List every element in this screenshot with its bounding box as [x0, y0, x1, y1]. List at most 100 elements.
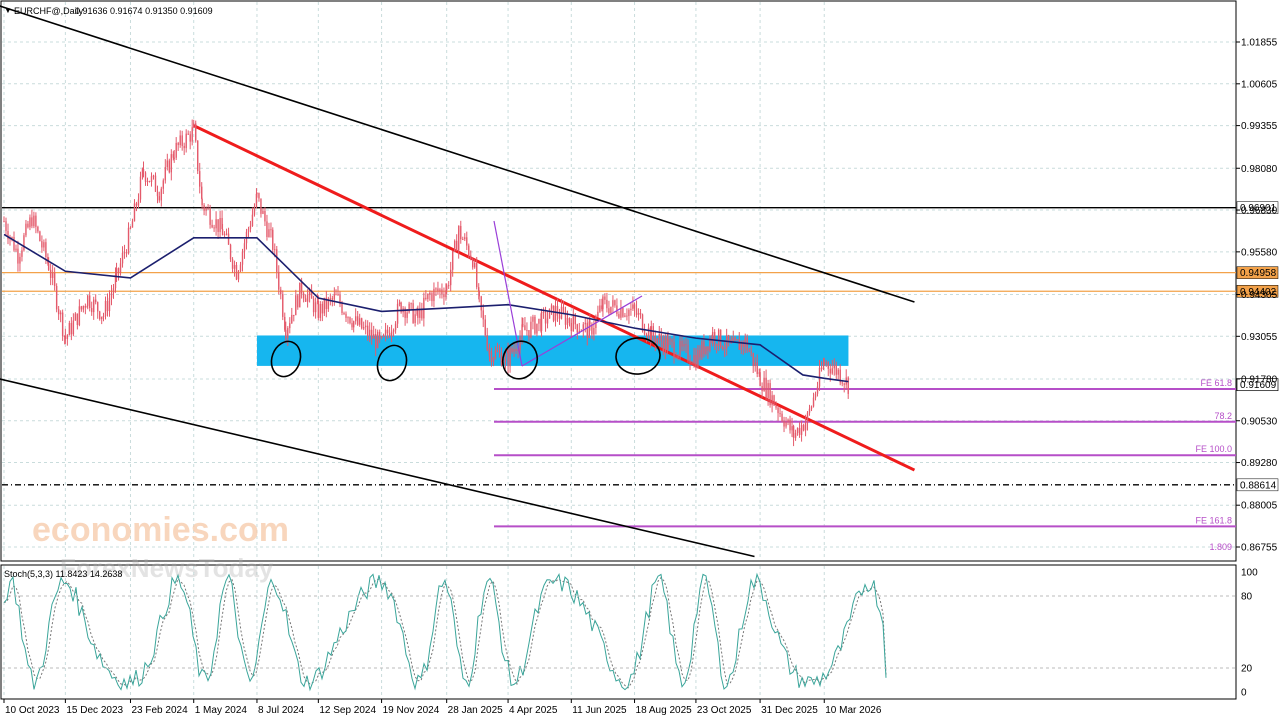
candle-body: [697, 350, 699, 368]
candle-body: [349, 317, 351, 324]
candle-body: [227, 233, 230, 245]
candle-body: [61, 312, 64, 336]
candle-body: [441, 289, 443, 295]
candle-body: [570, 322, 572, 332]
candle-body: [386, 329, 389, 334]
candle-body: [511, 348, 513, 352]
candle-body: [282, 294, 284, 317]
candle-body: [748, 350, 750, 352]
candle-body: [266, 221, 268, 237]
candle-body: [72, 320, 75, 335]
candle-body: [556, 305, 559, 316]
candle-body: [667, 339, 669, 350]
candle-body: [695, 355, 697, 368]
candle-body: [253, 206, 256, 215]
candle-body: [360, 318, 363, 329]
candle-body: [82, 306, 85, 310]
candle-body: [352, 321, 355, 328]
candle-body: [41, 241, 43, 248]
candle-body: [93, 299, 95, 313]
candle-body: [106, 300, 109, 312]
candle-body: [488, 351, 491, 354]
candle-body: [519, 337, 521, 350]
candle-body: [197, 140, 199, 172]
candle-body: [384, 329, 387, 335]
candle-body: [89, 295, 91, 308]
candle-body: [146, 181, 149, 183]
candle-body: [110, 292, 113, 298]
candle-body: [707, 346, 709, 351]
candle-body: [593, 327, 595, 335]
candle-body: [814, 393, 817, 398]
candle-body: [689, 360, 691, 364]
candle-body: [233, 264, 236, 269]
candle-body: [685, 343, 687, 345]
candle-body: [47, 263, 50, 270]
chart-symbol: EURCHF@,Daily: [14, 6, 84, 16]
candle-body: [429, 293, 431, 295]
candle-body: [382, 334, 385, 337]
candle-body: [219, 217, 221, 232]
candle-body: [622, 308, 624, 317]
candle-body: [235, 264, 238, 280]
candle-body: [45, 242, 47, 257]
candle-body: [53, 272, 56, 286]
candle-body: [368, 329, 371, 337]
candle-body: [133, 203, 136, 222]
candle-body: [515, 348, 517, 352]
candle-body: [49, 269, 52, 278]
candle-body: [486, 335, 488, 350]
candle-body: [618, 314, 620, 318]
candle-body: [752, 352, 754, 367]
candle-body: [25, 223, 27, 236]
candle-body: [568, 318, 571, 323]
candle-body: [351, 323, 353, 328]
price-tick-label: 0.90530: [1241, 416, 1278, 427]
candle-body: [540, 311, 543, 331]
candle-body: [734, 337, 736, 340]
candle-body: [705, 346, 707, 354]
candle-body: [372, 334, 375, 339]
candle-body: [183, 145, 185, 149]
time-axis[interactable]: 10 Oct 2023 15 Dec 2023 23 Feb 2024 1 May 2…: [3, 699, 882, 716]
candle-body: [466, 237, 468, 246]
candle-body: [108, 297, 111, 312]
price-tick-label: 0.89280: [1241, 458, 1278, 469]
chart-canvas[interactable]: economies.com ForexNewsToday 0.969010.94…: [0, 0, 1280, 720]
candle-body: [84, 306, 87, 308]
price-panel-frame: [0, 0, 1237, 562]
candle-body: [394, 323, 397, 331]
fib-label: 1.809: [1209, 542, 1232, 552]
candle-body: [701, 341, 703, 358]
price-axis[interactable]: 1.01855 1.00605 0.99355 0.98080 0.96830 0.955…: [1236, 38, 1278, 554]
candle-body: [443, 294, 445, 298]
candle-body: [431, 293, 433, 302]
candle-body: [199, 171, 201, 187]
candle-body: [21, 250, 23, 257]
candle-body: [97, 302, 99, 312]
candle-body: [211, 224, 213, 228]
price-tick-label: 0.96830: [1241, 206, 1278, 217]
candle-body: [632, 304, 634, 309]
fib-label: 78.2: [1214, 411, 1232, 421]
candle-body: [388, 333, 391, 337]
candle-body: [494, 350, 497, 358]
candle-body: [150, 176, 153, 182]
candle-body: [392, 330, 395, 332]
price-tick-label: 1.00605: [1241, 79, 1278, 90]
candle-body: [820, 367, 823, 370]
candle-body: [231, 259, 234, 269]
time-tick-label: 11 Jun 2025: [572, 705, 627, 716]
candle-body: [293, 314, 295, 316]
price-tick-label: 0.88005: [1241, 501, 1278, 512]
candle-body: [66, 335, 69, 340]
candle-body: [15, 248, 17, 251]
candle-body: [654, 336, 656, 344]
candle-body: [291, 314, 293, 324]
candle-body: [671, 339, 673, 342]
candle-body: [765, 377, 767, 398]
level-tag-label: 0.94958: [1240, 268, 1277, 279]
candle-body: [528, 330, 530, 337]
candle-body: [451, 251, 454, 270]
candle-body: [410, 303, 412, 305]
